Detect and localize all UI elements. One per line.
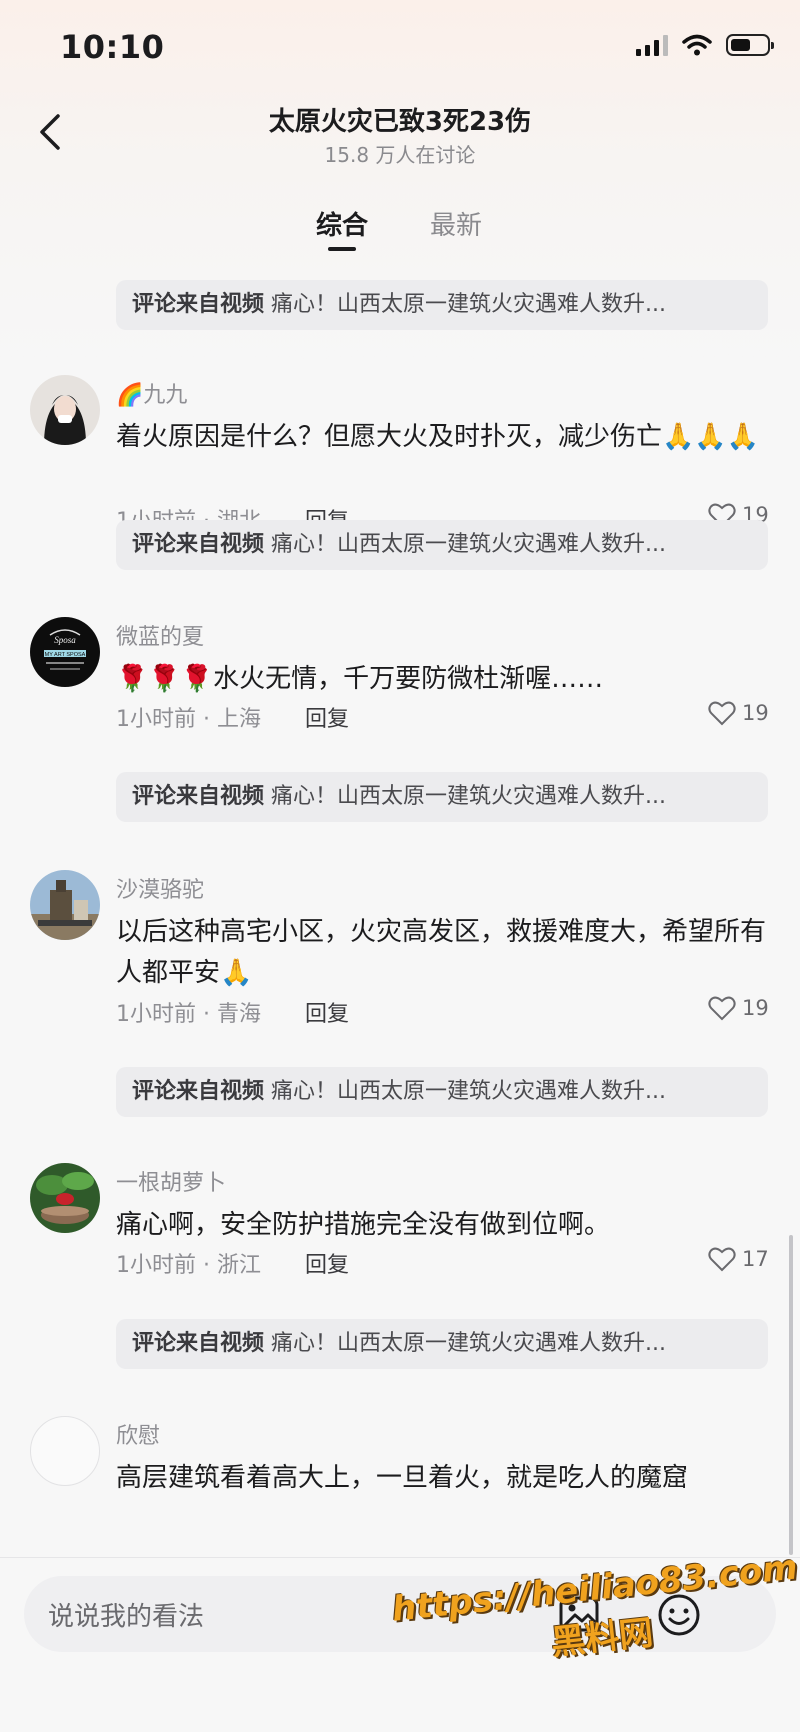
reply-button[interactable]: 回复 (305, 996, 349, 1028)
source-label: 评论来自视频 (132, 784, 265, 809)
comment-meta: 1小时前 · 浙江 (116, 1253, 261, 1278)
video-source-link[interactable]: 评论来自视频 痛心！山西太原一建筑火灾遇难人数升... (116, 772, 768, 822)
like-button[interactable]: 19 (708, 700, 769, 726)
video-source-link[interactable]: 评论来自视频 痛心！山西太原一建筑火灾遇难人数升... (116, 520, 768, 570)
heart-icon (708, 1247, 736, 1272)
username[interactable]: 微蓝的夏 (116, 619, 204, 651)
source-label: 评论来自视频 (132, 1079, 265, 1104)
video-source-link[interactable]: 评论来自视频 痛心！山西太原一建筑火灾遇难人数升... (116, 1067, 768, 1117)
username[interactable]: 🌈九九 (116, 377, 187, 409)
comment-meta: 1小时前 · 青海 (116, 1002, 261, 1027)
cellular-signal-icon (636, 34, 668, 56)
comment-feed[interactable]: 评论来自视频 痛心！山西太原一建筑火灾遇难人数升... 🌈九九 着火原因是什么？… (0, 270, 800, 1560)
tab-comprehensive-label: 综合 (316, 211, 369, 241)
source-label: 评论来自视频 (132, 1331, 265, 1356)
comment-text: 着火原因是什么？但愿大火及时扑灭，减少伤亡🙏🙏🙏 (116, 422, 760, 452)
comment-text: 🌹🌹🌹水火无情，千万要防微杜渐喔…… (116, 664, 604, 694)
avatar[interactable] (30, 1163, 100, 1233)
like-count: 17 (742, 1247, 769, 1271)
username[interactable]: 一根胡萝卜 (116, 1165, 226, 1197)
username-rainbow-emoji: 🌈 (116, 383, 144, 408)
reply-button[interactable]: 回复 (305, 701, 349, 733)
scrollbar[interactable] (789, 1235, 793, 1555)
video-source-link[interactable]: 评论来自视频 痛心！山西太原一建筑火灾遇难人数升... (116, 1319, 768, 1369)
source-title: 痛心！山西太原一建筑火灾遇难人数升... (271, 1331, 666, 1356)
source-label: 评论来自视频 (132, 292, 265, 317)
page-title: 太原火灾已致3死23伤 (268, 107, 532, 137)
tab-latest-label: 最新 (430, 211, 483, 241)
tab-latest[interactable]: 最新 (430, 205, 482, 242)
username-text: 九九 (143, 383, 188, 408)
source-title: 痛心！山西太原一建筑火灾遇难人数升... (271, 1079, 666, 1104)
avatar-logo-text: MY ART SPOSA (45, 652, 86, 658)
battery-level (731, 39, 750, 51)
reply-button[interactable]: 回复 (305, 1247, 349, 1279)
svg-text:Sposa: Sposa (54, 635, 76, 645)
status-time: 10:10 (60, 28, 165, 66)
source-title: 痛心！山西太原一建筑火灾遇难人数升... (271, 532, 666, 557)
source-title: 痛心！山西太原一建筑火灾遇难人数升... (271, 784, 666, 809)
like-button[interactable]: 17 (708, 1246, 769, 1272)
battery-icon (726, 34, 774, 56)
like-count: 19 (742, 996, 769, 1020)
avatar[interactable] (30, 1416, 100, 1486)
comment-input-placeholder: 说说我的看法 (48, 1602, 205, 1632)
heart-icon (708, 996, 736, 1021)
active-tab-indicator (328, 247, 357, 251)
video-source-link[interactable]: 评论来自视频 痛心！山西太原一建筑火灾遇难人数升... (116, 280, 768, 330)
comment-text: 高层建筑看着高大上，一旦着火，就是吃人的魔窟 (116, 1463, 689, 1493)
avatar[interactable] (30, 375, 100, 445)
status-icons (636, 34, 774, 56)
discussion-count: 15.8 万人在讨论 (324, 143, 476, 167)
tab-bar: 综合 最新 (0, 205, 800, 255)
comment-text: 痛心啊，安全防护措施完全没有做到位啊。 (116, 1210, 611, 1240)
username[interactable]: 沙漠骆驼 (116, 872, 204, 904)
comment-meta: 1小时前 · 上海 (116, 707, 261, 732)
status-bar: 10:10 (0, 0, 800, 100)
heart-icon (708, 701, 736, 726)
like-count: 19 (742, 701, 769, 725)
avatar[interactable] (30, 870, 100, 940)
tab-comprehensive[interactable]: 综合 (316, 205, 369, 251)
source-label: 评论来自视频 (132, 532, 265, 557)
comment-text: 以后这种高宅小区，火灾高发区，救援难度大，希望所有人都平安🙏 (116, 917, 767, 988)
wifi-icon (682, 34, 712, 56)
nav-header: 太原火灾已致3死23伤 15.8 万人在讨论 (0, 95, 800, 175)
avatar[interactable]: Sposa MY ART SPOSA (30, 617, 100, 687)
like-button[interactable]: 19 (708, 995, 769, 1021)
source-title: 痛心！山西太原一建筑火灾遇难人数升... (271, 292, 666, 317)
username[interactable]: 欣慰 (116, 1418, 160, 1450)
